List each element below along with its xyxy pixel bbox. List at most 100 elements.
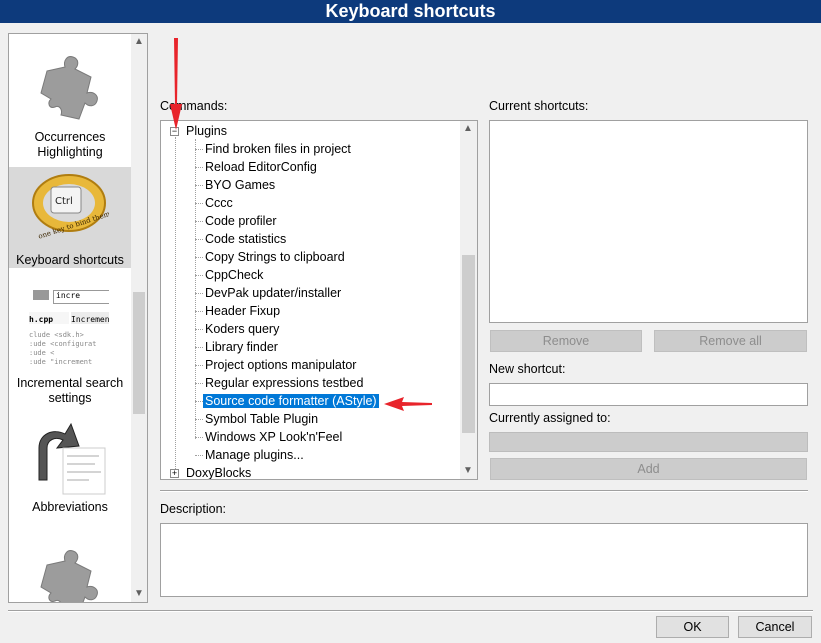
- scroll-down-icon[interactable]: ▼: [460, 463, 476, 479]
- description-box: [160, 523, 808, 597]
- tree-item-label: Library finder: [205, 340, 278, 354]
- tree-item-label: DevPak updater/installer: [205, 286, 342, 300]
- tree-item[interactable]: Symbol Table Plugin: [205, 410, 318, 428]
- tree-item-label: Regular expressions testbed: [205, 376, 364, 390]
- category-item-occurrences-highlighting[interactable]: Occurrences Highlighting: [9, 34, 131, 167]
- tree-item-label: Copy Strings to clipboard: [205, 250, 345, 264]
- tree-item-label: Symbol Table Plugin: [205, 412, 319, 426]
- abbreviations-icon: [29, 418, 109, 498]
- annotation-arrow-down-icon: [170, 38, 182, 130]
- tree-connector: [195, 311, 203, 312]
- category-label: Abbreviations: [32, 500, 108, 514]
- category-item-keyboard-shortcuts[interactable]: Ctrl one key to bind them Keyboard short…: [9, 167, 131, 268]
- tree-item[interactable]: BYO Games: [205, 176, 275, 194]
- tree-connector: [195, 437, 203, 438]
- tree-connector: [195, 455, 203, 456]
- tree-connector: [195, 365, 203, 366]
- category-item-incremental-search[interactable]: incre h.cpp Incremen clude <sdk.h> :ude …: [9, 268, 131, 405]
- tree-item[interactable]: Header Fixup: [205, 302, 280, 320]
- tree-item[interactable]: Project options manipulator: [205, 356, 356, 374]
- tree-connector: [195, 221, 203, 222]
- tree-node-plugins[interactable]: Plugins: [186, 122, 227, 140]
- remove-button[interactable]: Remove: [490, 330, 642, 352]
- incremental-search-icon: incre h.cpp Incremen clude <sdk.h> :ude …: [29, 288, 109, 368]
- scroll-up-icon[interactable]: ▲: [131, 34, 147, 50]
- tree-item-label: Header Fixup: [205, 304, 281, 318]
- tree-connector: [195, 275, 203, 276]
- category-list[interactable]: Occurrences Highlighting Ctrl one key to…: [8, 33, 148, 603]
- category-item-abbreviations[interactable]: Abbreviations: [9, 398, 131, 523]
- tree-item-label: Find broken files in project: [205, 142, 351, 156]
- tree-connector: [195, 149, 203, 150]
- scroll-thumb[interactable]: [133, 292, 145, 414]
- thumb-line: :ude "increment: [29, 358, 93, 366]
- tree-connector: [195, 419, 203, 420]
- tree-item-label: Koders query: [205, 322, 280, 336]
- divider: [160, 490, 808, 492]
- category-item-plugin[interactable]: [9, 523, 131, 602]
- category-scrollbar[interactable]: ▲ ▼: [131, 34, 147, 602]
- tree-node-doxyblocks[interactable]: DoxyBlocks: [186, 464, 251, 479]
- expand-icon[interactable]: +: [170, 469, 179, 478]
- tree-item[interactable]: Koders query: [205, 320, 279, 338]
- annotation-arrow-left-icon: [384, 397, 432, 411]
- keyboard-ring-icon: Ctrl one key to bind them: [29, 167, 111, 247]
- ok-button[interactable]: OK: [656, 616, 729, 638]
- category-label: Occurrences Highlighting: [34, 130, 106, 159]
- scroll-thumb[interactable]: [462, 255, 475, 433]
- tree-connector: [195, 203, 203, 204]
- thumb-search-field: incre: [53, 290, 109, 304]
- tree-item[interactable]: Code profiler: [205, 212, 277, 230]
- scroll-down-icon[interactable]: ▼: [131, 586, 147, 602]
- tree-item[interactable]: CppCheck: [205, 266, 263, 284]
- puzzle-icon: [29, 49, 109, 129]
- window-title: Keyboard shortcuts: [0, 0, 821, 23]
- tree-item[interactable]: DevPak updater/installer: [205, 284, 341, 302]
- commands-scrollbar[interactable]: ▲ ▼: [460, 121, 477, 479]
- tree-item[interactable]: Library finder: [205, 338, 278, 356]
- tree-item[interactable]: Manage plugins...: [205, 446, 304, 464]
- tree-item-label: BYO Games: [205, 178, 276, 192]
- thumb-tab-2: Incremen: [71, 312, 109, 324]
- tree-item-label: Reload EditorConfig: [205, 160, 317, 174]
- thumb-tab: h.cpp: [29, 312, 69, 324]
- tree-item-selected[interactable]: Source code formatter (AStyle): [203, 392, 379, 410]
- puzzle-icon: [29, 543, 109, 602]
- current-shortcuts-label: Current shortcuts:: [489, 99, 589, 113]
- tree-item-label: Code profiler: [205, 214, 277, 228]
- tree-item[interactable]: Windows XP Look'n'Feel: [205, 428, 342, 446]
- category-label: Keyboard shortcuts: [16, 253, 124, 267]
- assigned-label: Currently assigned to:: [489, 411, 611, 425]
- tree-item[interactable]: Copy Strings to clipboard: [205, 248, 345, 266]
- tree-item-label: Source code formatter (AStyle): [203, 394, 379, 408]
- commands-tree[interactable]: − Plugins Find broken files in project Re…: [160, 120, 478, 480]
- tree-connector: [195, 239, 203, 240]
- tree-item[interactable]: Cccc: [205, 194, 233, 212]
- ring-key-label: Ctrl: [55, 196, 73, 207]
- tree-item-label: Project options manipulator: [205, 358, 357, 372]
- tree-item[interactable]: Reload EditorConfig: [205, 158, 317, 176]
- assigned-field: [489, 432, 808, 452]
- add-button[interactable]: Add: [490, 458, 807, 480]
- new-shortcut-label: New shortcut:: [489, 362, 566, 376]
- tree-item-label: Windows XP Look'n'Feel: [205, 430, 343, 444]
- tree-connector: [195, 383, 203, 384]
- tree-item[interactable]: Code statistics: [205, 230, 286, 248]
- new-shortcut-input[interactable]: [489, 383, 808, 406]
- scroll-up-icon[interactable]: ▲: [460, 121, 476, 137]
- tree-connector: [195, 401, 203, 402]
- current-shortcuts-list[interactable]: [489, 120, 808, 323]
- tree-connector: [195, 185, 203, 186]
- remove-all-button[interactable]: Remove all: [654, 330, 807, 352]
- tree-item-label: Manage plugins...: [205, 448, 304, 462]
- tree-connector: [195, 347, 203, 348]
- description-label: Description:: [160, 502, 226, 516]
- tree-item-label: CppCheck: [205, 268, 264, 282]
- tree-item[interactable]: Find broken files in project: [205, 140, 351, 158]
- tree-item-label: Cccc: [205, 196, 233, 210]
- cancel-button[interactable]: Cancel: [738, 616, 812, 638]
- tree-connector: [195, 167, 203, 168]
- tree-connector: [195, 293, 203, 294]
- tree-connector: [195, 329, 203, 330]
- tree-item[interactable]: Regular expressions testbed: [205, 374, 363, 392]
